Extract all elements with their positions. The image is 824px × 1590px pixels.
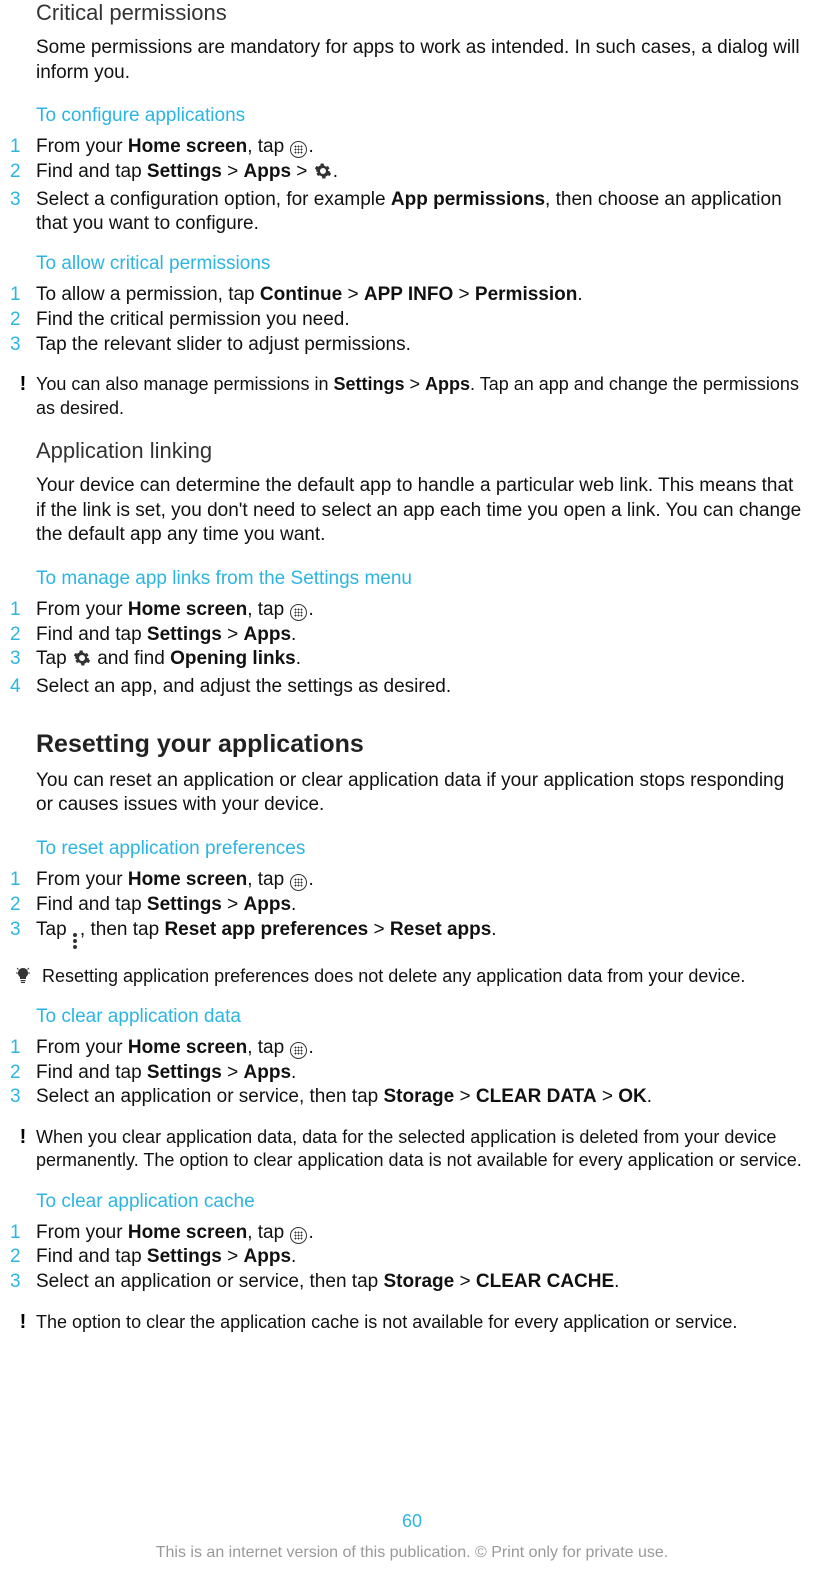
subheading-reset-prefs: To reset application preferences	[36, 838, 814, 860]
step-list: 1 To allow a permission, tap Continue > …	[10, 283, 814, 357]
step-text: Select an application or service, then t…	[36, 1085, 814, 1110]
step-list: 1 From your Home screen, tap . 2 Find an…	[10, 868, 814, 948]
subheading-allow-critical: To allow critical permissions	[36, 253, 814, 275]
step-row: 2 Find and tap Settings > Apps > .	[10, 160, 814, 188]
step-number: 2	[10, 160, 36, 185]
step-row: 1 From your Home screen, tap .	[10, 598, 814, 623]
step-number: 1	[10, 1036, 36, 1061]
step-list: 1 From your Home screen, tap . 2 Find an…	[10, 135, 814, 237]
subheading-configure-apps: To configure applications	[36, 105, 814, 127]
step-row: 3 Tap and find Opening links.	[10, 647, 814, 675]
step-row: 4 Select an app, and adjust the settings…	[10, 675, 814, 700]
step-text: Find and tap Settings > Apps.	[36, 623, 814, 648]
step-text: From your Home screen, tap .	[36, 1221, 814, 1246]
step-text: From your Home screen, tap .	[36, 598, 814, 623]
step-text: Tap , then tap Reset app preferences > R…	[36, 918, 814, 949]
body-text: Your device can determine the default ap…	[36, 474, 804, 548]
step-list: 1 From your Home screen, tap . 2 Find an…	[10, 598, 814, 700]
body-text: You can reset an application or clear ap…	[36, 769, 804, 818]
body-text: Some permissions are mandatory for apps …	[36, 36, 804, 85]
section-title-resetting-apps: Resetting your applications	[36, 730, 814, 759]
step-number: 2	[10, 308, 36, 333]
step-number: 2	[10, 1061, 36, 1086]
step-text: Tap and find Opening links.	[36, 647, 814, 675]
step-number: 1	[10, 1221, 36, 1246]
note-text: Resetting application preferences does n…	[36, 965, 814, 988]
step-list: 1 From your Home screen, tap . 2 Find an…	[10, 1036, 814, 1110]
step-row: 1 To allow a permission, tap Continue > …	[10, 283, 814, 308]
apps-icon	[290, 604, 307, 621]
apps-icon	[290, 1227, 307, 1244]
step-text: From your Home screen, tap .	[36, 868, 814, 893]
gear-icon	[73, 649, 91, 675]
step-number: 3	[10, 647, 36, 672]
step-row: 1 From your Home screen, tap .	[10, 868, 814, 893]
step-row: 2 Find the critical permission you need.	[10, 308, 814, 333]
step-row: 1 From your Home screen, tap .	[10, 1036, 814, 1061]
note-text: The option to clear the application cach…	[36, 1311, 814, 1334]
step-number: 1	[10, 135, 36, 160]
exclamation-icon: !	[10, 373, 36, 393]
note-text: When you clear application data, data fo…	[36, 1126, 814, 1173]
step-row: 2 Find and tap Settings > Apps.	[10, 1061, 814, 1086]
step-text: From your Home screen, tap .	[36, 135, 814, 160]
step-text: Tap the relevant slider to adjust permis…	[36, 333, 814, 358]
more-icon	[73, 933, 79, 949]
apps-icon	[290, 1042, 307, 1059]
note-text: You can also manage permissions in Setti…	[36, 373, 814, 420]
step-list: 1 From your Home screen, tap . 2 Find an…	[10, 1221, 814, 1295]
step-text: Find and tap Settings > Apps > .	[36, 160, 814, 188]
step-row: 2 Find and tap Settings > Apps.	[10, 623, 814, 648]
subheading-clear-data: To clear application data	[36, 1006, 814, 1028]
gear-icon	[314, 162, 332, 188]
tip-note: Resetting application preferences does n…	[10, 965, 814, 988]
step-row: 2 Find and tap Settings > Apps.	[10, 1245, 814, 1270]
step-number: 3	[10, 918, 36, 943]
section-title-application-linking: Application linking	[36, 438, 814, 464]
step-number: 1	[10, 598, 36, 623]
important-note: ! The option to clear the application ca…	[10, 1311, 814, 1334]
apps-icon	[290, 141, 307, 158]
page-number: 60	[0, 1511, 824, 1532]
step-text: Find and tap Settings > Apps.	[36, 1061, 814, 1086]
step-text: Select a configuration option, for examp…	[36, 188, 814, 237]
step-text: Select an application or service, then t…	[36, 1270, 814, 1295]
subheading-manage-links: To manage app links from the Settings me…	[36, 568, 814, 590]
step-text: To allow a permission, tap Continue > AP…	[36, 283, 814, 308]
step-row: 3 Tap , then tap Reset app preferences >…	[10, 918, 814, 949]
step-number: 3	[10, 1085, 36, 1110]
important-note: ! You can also manage permissions in Set…	[10, 373, 814, 420]
step-number: 3	[10, 1270, 36, 1295]
footer-text: This is an internet version of this publ…	[0, 1544, 824, 1562]
exclamation-icon: !	[10, 1126, 36, 1146]
step-number: 2	[10, 893, 36, 918]
step-text: Find and tap Settings > Apps.	[36, 893, 814, 918]
apps-icon	[290, 874, 307, 891]
step-number: 3	[10, 333, 36, 358]
step-text: Find and tap Settings > Apps.	[36, 1245, 814, 1270]
step-row: 3 Select an application or service, then…	[10, 1085, 814, 1110]
step-number: 3	[10, 188, 36, 213]
step-row: 2 Find and tap Settings > Apps.	[10, 893, 814, 918]
step-number: 1	[10, 868, 36, 893]
step-row: 3 Tap the relevant slider to adjust perm…	[10, 333, 814, 358]
step-text: From your Home screen, tap .	[36, 1036, 814, 1061]
step-row: 1 From your Home screen, tap .	[10, 1221, 814, 1246]
subheading-clear-cache: To clear application cache	[36, 1191, 814, 1213]
section-title-critical-permissions: Critical permissions	[36, 0, 814, 26]
step-text: Select an app, and adjust the settings a…	[36, 675, 814, 700]
exclamation-icon: !	[10, 1311, 36, 1331]
important-note: ! When you clear application data, data …	[10, 1126, 814, 1173]
step-number: 4	[10, 675, 36, 700]
step-text: Find the critical permission you need.	[36, 308, 814, 333]
lightbulb-icon	[10, 965, 36, 985]
step-number: 2	[10, 1245, 36, 1270]
step-number: 1	[10, 283, 36, 308]
step-row: 1 From your Home screen, tap .	[10, 135, 814, 160]
step-row: 3 Select an application or service, then…	[10, 1270, 814, 1295]
step-number: 2	[10, 623, 36, 648]
page-footer: 60 This is an internet version of this p…	[0, 1511, 824, 1562]
step-row: 3 Select a configuration option, for exa…	[10, 188, 814, 237]
